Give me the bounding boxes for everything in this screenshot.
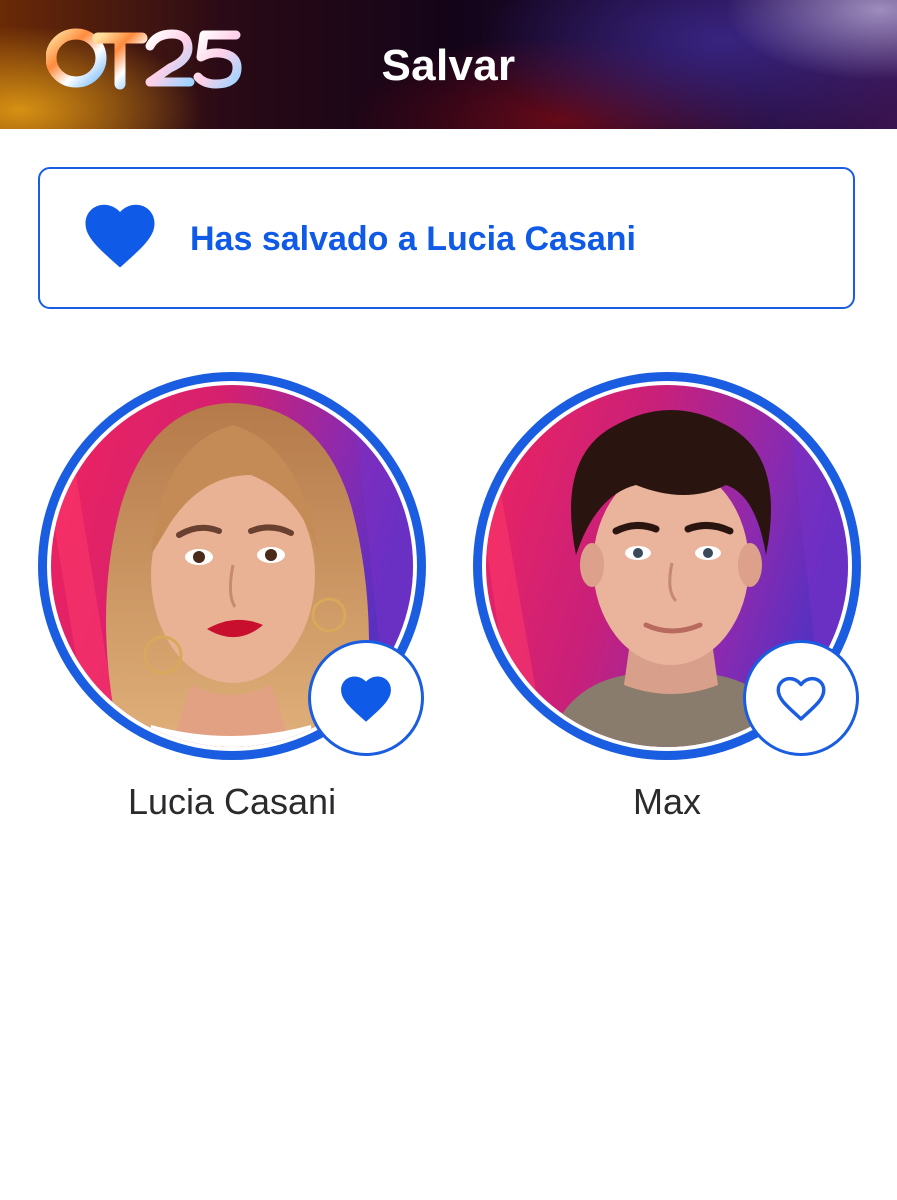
candidate-name: Lucia Casani <box>127 781 337 822</box>
heart-filled-icon <box>84 203 156 269</box>
page-title: Salvar <box>381 41 516 90</box>
save-vote-button[interactable] <box>743 640 859 756</box>
confirmation-text: Has salvado a Lucia Casani <box>190 220 636 258</box>
save-vote-button[interactable] <box>308 640 424 756</box>
save-confirmation-banner: Has salvado a Lucia Casani <box>38 167 855 309</box>
app-header: Salvar <box>0 0 897 129</box>
candidate-name: Max <box>632 781 701 822</box>
save-screen: Salvar Has salvado a Lucia Casani Lucia … <box>0 0 897 1200</box>
